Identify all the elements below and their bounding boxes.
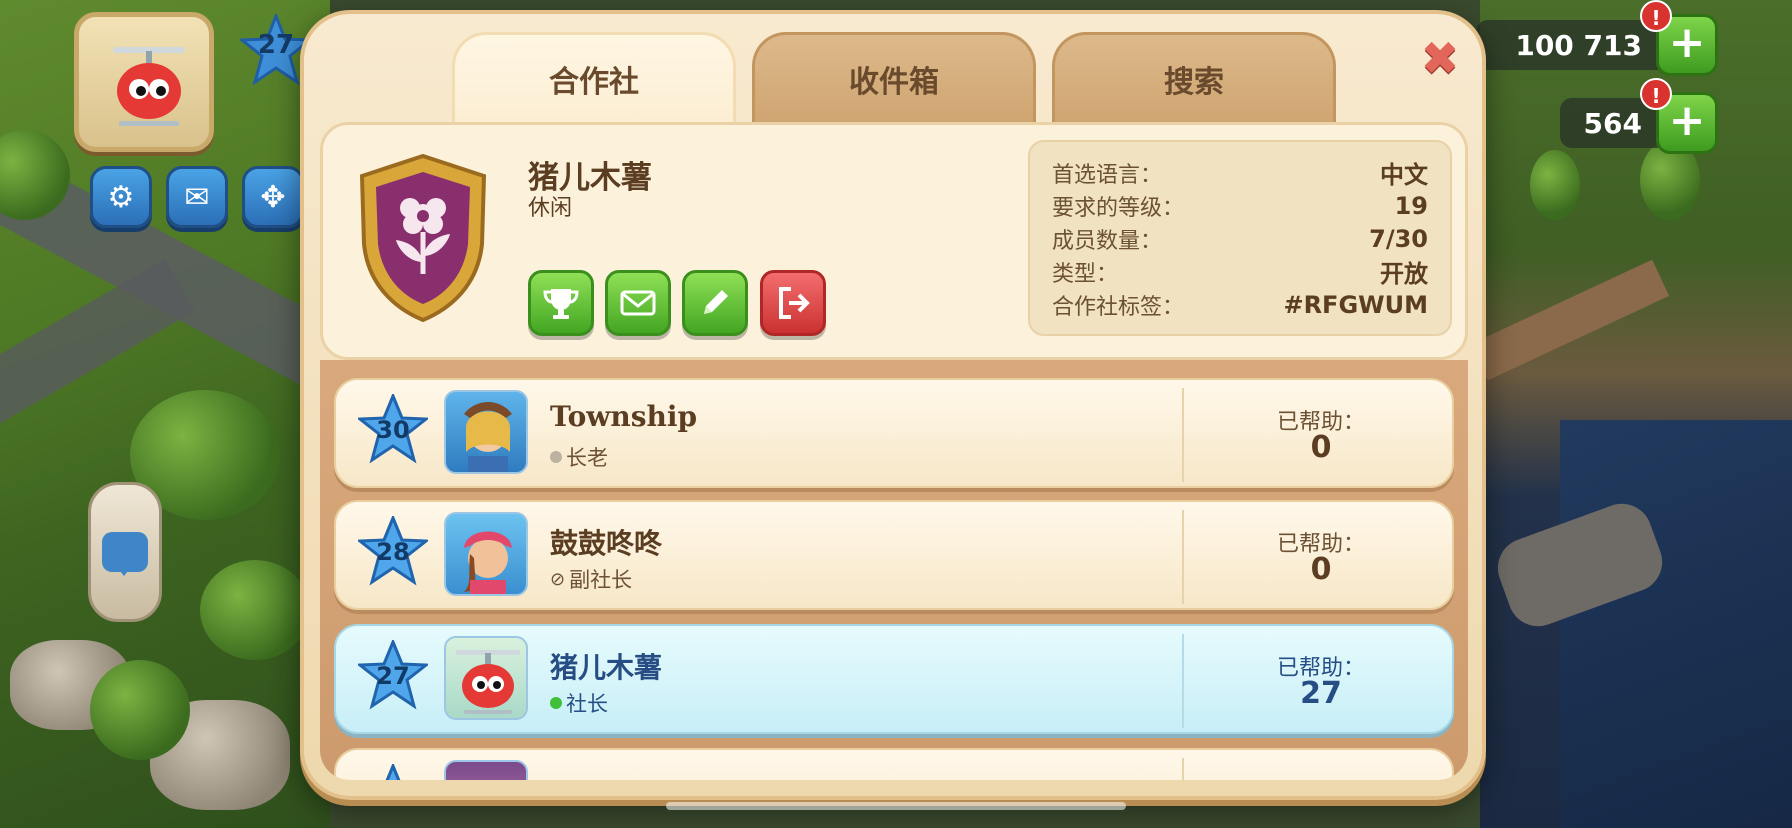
leave-club-button[interactable] [760, 270, 826, 336]
alert-badge: ! [1640, 0, 1672, 32]
settings-button[interactable]: ⚙ [90, 166, 152, 228]
gear-icon: ⚙ [107, 179, 135, 215]
tab-coop[interactable]: 合作社 [452, 32, 736, 122]
level-star-icon [385, 764, 401, 780]
member-level: 30 [376, 416, 410, 444]
tab-label: 搜索 [1164, 64, 1224, 100]
move-button[interactable]: ✥ [242, 166, 304, 228]
move-arrows-icon: ✥ [260, 179, 286, 215]
helicopter-icon [113, 47, 185, 126]
cash-counter: 564 + ! [1560, 78, 1718, 154]
envelope-icon [620, 290, 656, 316]
member-role: 社长 [550, 688, 608, 718]
stat-club-tag: 合作社标签： #RFGWUM [1052, 288, 1428, 321]
stat-label: 合作社标签： [1052, 294, 1185, 320]
club-stats-panel: 首选语言： 中文 要求的等级： 19 成员数量： 7/30 类型： 开放 合作社… [1028, 140, 1452, 336]
member-name: 猪儿木薯 [550, 651, 663, 684]
member-avatar [444, 512, 528, 596]
stat-required-level: 要求的等级： 19 [1052, 189, 1428, 222]
member-level: 28 [376, 538, 410, 566]
member-avatar [444, 390, 528, 474]
divider [1182, 758, 1184, 780]
coins-value: 100 713 [1515, 28, 1642, 62]
role-label: 副社长 [569, 568, 633, 592]
stat-value: 7/30 [1369, 224, 1428, 253]
member-avatar [444, 760, 528, 780]
club-mail-button[interactable] [605, 270, 671, 336]
exit-door-icon [779, 287, 810, 319]
stat-label: 要求的等级： [1052, 195, 1185, 221]
stat-label: 成员数量： [1052, 228, 1163, 254]
helped-count: 0 [1310, 552, 1332, 587]
member-list[interactable]: 30 Township 长老 已帮助： 0 28 鼓鼓咚咚 ⊘ 副社长 已帮助：… [320, 360, 1468, 780]
helped-count: 27 [1300, 676, 1342, 711]
member-name: 鼓鼓咚咚 [550, 527, 663, 560]
member-name: Township [550, 400, 698, 433]
member-row[interactable]: 30 Township 长老 已帮助： 0 [334, 378, 1454, 488]
tab-label: 收件箱 [849, 64, 939, 100]
cash-value: 564 [1583, 106, 1642, 140]
divider [1182, 388, 1184, 482]
divider [1182, 510, 1184, 604]
trophy-button[interactable] [528, 270, 594, 336]
stat-value: 开放 [1380, 260, 1428, 288]
club-badge-icon [359, 153, 487, 322]
club-type-tag: 休闲 [528, 196, 573, 221]
tab-inbox[interactable]: 收件箱 [752, 32, 1036, 122]
tab-search[interactable]: 搜索 [1052, 32, 1336, 122]
no-symbol-icon: ⊘ [550, 568, 566, 590]
member-row-self[interactable]: 27 猪儿木薯 社长 已帮助： 27 [334, 624, 1454, 734]
member-row[interactable]: 28 鼓鼓咚咚 ⊘ 副社长 已帮助： 0 [334, 500, 1454, 610]
divider [1182, 634, 1184, 728]
home-indicator [666, 802, 1126, 810]
helped-count: 0 [1310, 430, 1332, 465]
stat-value: 中文 [1380, 161, 1428, 189]
member-row-partial[interactable] [334, 748, 1454, 780]
tab-label: 合作社 [549, 64, 639, 100]
role-label: 社长 [566, 692, 608, 716]
stat-label: 类型： [1052, 261, 1119, 287]
pencil-icon [704, 290, 728, 314]
envelope-icon: ✉ [184, 179, 210, 215]
chat-bubble-icon [102, 532, 148, 576]
alert-badge: ! [1640, 78, 1672, 110]
player-avatar[interactable] [74, 12, 214, 152]
role-label: 长老 [566, 446, 608, 470]
stat-label: 首选语言： [1052, 162, 1163, 188]
stat-value: #RFGWUM [1283, 290, 1428, 319]
stat-type: 类型： 开放 [1052, 255, 1428, 288]
stat-value: 19 [1394, 191, 1428, 220]
mail-button[interactable]: ✉ [166, 166, 228, 228]
online-dot-icon [550, 697, 562, 709]
trophy-icon [543, 289, 579, 319]
member-level: 27 [376, 662, 410, 690]
stat-member-count: 成员数量： 7/30 [1052, 222, 1428, 255]
stat-language: 首选语言： 中文 [1052, 156, 1428, 189]
coins-counter: 100 713 + ! [1476, 0, 1718, 76]
member-role: 长老 [550, 442, 608, 472]
member-role: ⊘ 副社长 [550, 564, 632, 594]
member-avatar [444, 636, 528, 720]
close-button[interactable]: ✖ [1420, 35, 1460, 81]
chat-button[interactable] [88, 482, 162, 622]
role-dot-icon [550, 451, 562, 463]
edit-club-button[interactable] [682, 270, 748, 336]
